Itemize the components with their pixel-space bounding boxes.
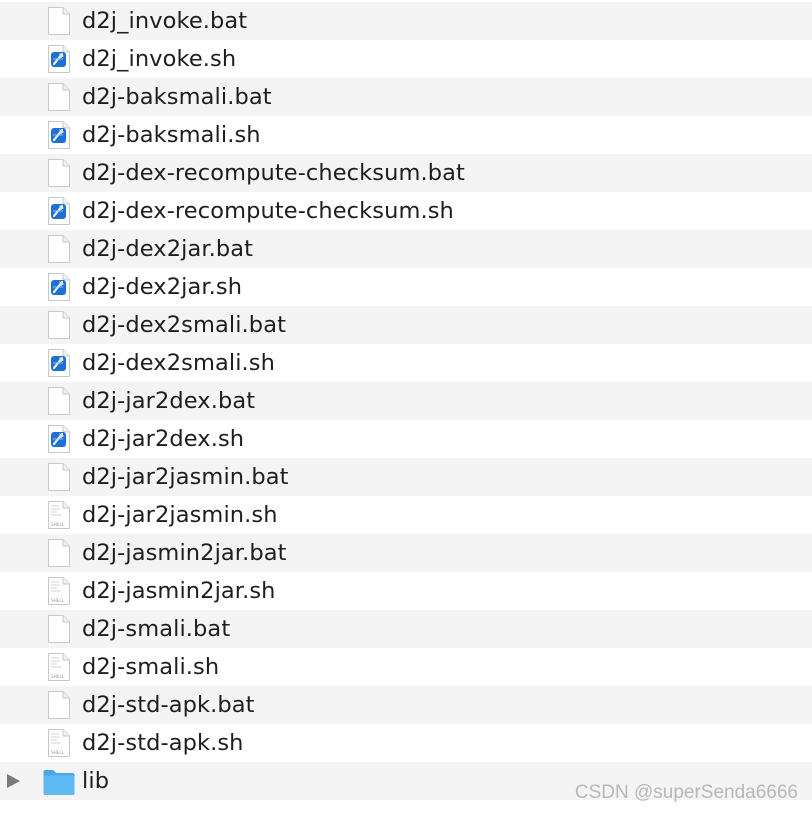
file-name: d2j-jar2dex.sh bbox=[82, 426, 245, 452]
file-row[interactable]: SHELL d2j-std-apk.sh bbox=[0, 724, 812, 762]
file-name: d2j-smali.bat bbox=[82, 616, 231, 642]
xcode-script-icon bbox=[46, 424, 72, 454]
file-row[interactable]: SHELL d2j-jar2jasmin.sh bbox=[0, 496, 812, 534]
file-name: d2j-std-apk.sh bbox=[82, 730, 244, 756]
svg-text:SHELL: SHELL bbox=[51, 674, 65, 679]
file-name: d2j-dex-recompute-checksum.sh bbox=[82, 198, 454, 224]
file-name: d2j-dex2smali.sh bbox=[82, 350, 275, 376]
xcode-script-icon bbox=[46, 120, 72, 150]
file-name: d2j-jar2jasmin.bat bbox=[82, 464, 289, 490]
file-row[interactable]: d2j-dex2jar.sh bbox=[0, 268, 812, 306]
blank-document-icon bbox=[46, 310, 72, 340]
file-row[interactable]: d2j_invoke.bat bbox=[0, 2, 812, 40]
file-name: d2j-dex2jar.bat bbox=[82, 236, 254, 262]
file-row[interactable]: d2j-dex-recompute-checksum.bat bbox=[0, 154, 812, 192]
shell-script-icon: SHELL bbox=[46, 576, 72, 606]
file-row[interactable]: d2j-jar2dex.bat bbox=[0, 382, 812, 420]
file-row[interactable]: d2j-smali.bat bbox=[0, 610, 812, 648]
file-row[interactable]: d2j-jar2jasmin.bat bbox=[0, 458, 812, 496]
file-row[interactable]: d2j-jar2dex.sh bbox=[0, 420, 812, 458]
xcode-script-icon bbox=[46, 196, 72, 226]
file-name: d2j-jasmin2jar.sh bbox=[82, 578, 276, 604]
file-name: d2j-baksmali.bat bbox=[82, 84, 272, 110]
svg-text:SHELL: SHELL bbox=[51, 598, 65, 603]
blank-document-icon bbox=[46, 234, 72, 264]
file-row[interactable]: d2j-dex2jar.bat bbox=[0, 230, 812, 268]
svg-text:SHELL: SHELL bbox=[51, 750, 65, 755]
file-list: d2j_invoke.bat d2j_invoke.sh d2j-baksmali.… bbox=[0, 2, 812, 800]
file-row[interactable]: d2j-baksmali.bat bbox=[0, 78, 812, 116]
file-row[interactable]: d2j_invoke.sh bbox=[0, 40, 812, 78]
xcode-script-icon bbox=[46, 272, 72, 302]
xcode-script-icon bbox=[46, 348, 72, 378]
file-name: d2j-jasmin2jar.bat bbox=[82, 540, 287, 566]
blank-document-icon bbox=[46, 538, 72, 568]
file-name: d2j-dex-recompute-checksum.bat bbox=[82, 160, 465, 186]
shell-script-icon: SHELL bbox=[46, 500, 72, 530]
file-name: d2j-baksmali.sh bbox=[82, 122, 261, 148]
blank-document-icon bbox=[46, 82, 72, 112]
file-row[interactable]: SHELL d2j-jasmin2jar.sh bbox=[0, 572, 812, 610]
shell-script-icon: SHELL bbox=[46, 728, 72, 758]
file-name: d2j-smali.sh bbox=[82, 654, 220, 680]
file-name: d2j_invoke.bat bbox=[82, 8, 248, 34]
svg-text:SHELL: SHELL bbox=[51, 522, 65, 527]
blank-document-icon bbox=[46, 462, 72, 492]
file-name: d2j-dex2jar.sh bbox=[82, 274, 243, 300]
file-name: d2j-jar2dex.bat bbox=[82, 388, 256, 414]
file-row[interactable]: SHELL d2j-smali.sh bbox=[0, 648, 812, 686]
blank-document-icon bbox=[46, 614, 72, 644]
folder-icon bbox=[42, 768, 76, 796]
blank-document-icon bbox=[46, 158, 72, 188]
file-row[interactable]: d2j-baksmali.sh bbox=[0, 116, 812, 154]
file-name: d2j-jar2jasmin.sh bbox=[82, 502, 278, 528]
file-row[interactable]: d2j-dex-recompute-checksum.sh bbox=[0, 192, 812, 230]
file-row[interactable]: d2j-std-apk.bat bbox=[0, 686, 812, 724]
xcode-script-icon bbox=[46, 44, 72, 74]
file-name: d2j-std-apk.bat bbox=[82, 692, 255, 718]
blank-document-icon bbox=[46, 690, 72, 720]
file-row[interactable]: d2j-jasmin2jar.bat bbox=[0, 534, 812, 572]
shell-script-icon: SHELL bbox=[46, 652, 72, 682]
disclosure-triangle-icon[interactable] bbox=[7, 774, 20, 788]
watermark: CSDN @superSenda6666 bbox=[574, 782, 798, 803]
blank-document-icon bbox=[46, 386, 72, 416]
blank-document-icon bbox=[46, 6, 72, 36]
file-row[interactable]: d2j-dex2smali.bat bbox=[0, 306, 812, 344]
file-name: d2j_invoke.sh bbox=[82, 46, 237, 72]
folder-name: lib bbox=[82, 768, 110, 794]
file-row[interactable]: d2j-dex2smali.sh bbox=[0, 344, 812, 382]
file-name: d2j-dex2smali.bat bbox=[82, 312, 287, 338]
